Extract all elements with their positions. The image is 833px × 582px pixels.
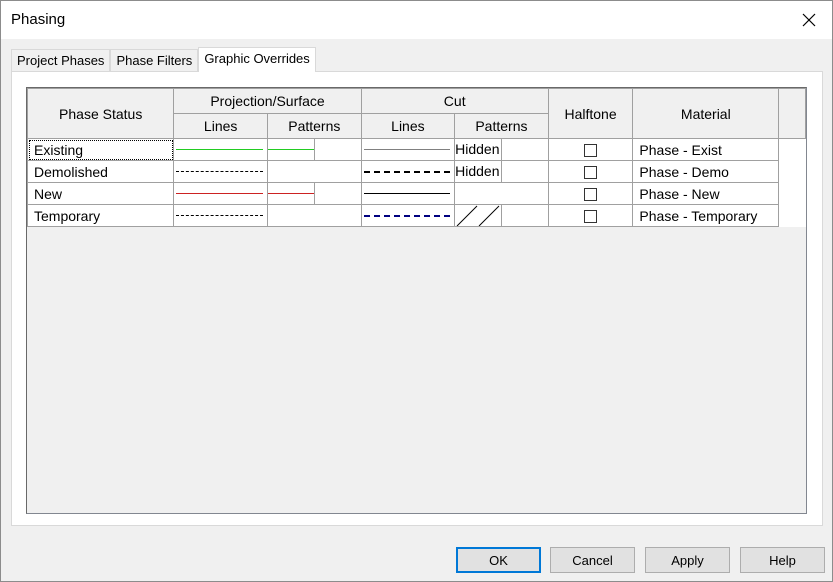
cell-divider xyxy=(501,205,503,226)
material-cell[interactable]: Phase - Temporary xyxy=(632,204,780,227)
line-sample xyxy=(363,193,451,194)
header-cut-patterns[interactable]: Patterns xyxy=(454,113,549,139)
overrides-grid[interactable]: Phase Status Projection/Surface Cut Half… xyxy=(26,87,807,514)
halftone-cell xyxy=(547,204,634,227)
tab-project-phases[interactable]: Project Phases xyxy=(11,49,111,71)
tab-strip: Project Phases Phase Filters Graphic Ove… xyxy=(11,47,316,72)
header-cut[interactable]: Cut xyxy=(360,88,549,114)
halftone-cell xyxy=(547,160,634,183)
cell-divider xyxy=(501,139,503,160)
help-button[interactable]: Help xyxy=(740,547,825,573)
title-bar: Phasing xyxy=(1,1,832,39)
projection-patterns-cell[interactable] xyxy=(266,182,362,205)
cut-lines-cell[interactable] xyxy=(360,160,456,183)
halftone-checkbox[interactable] xyxy=(584,188,598,202)
header-filler xyxy=(778,88,806,139)
line-sample xyxy=(363,149,451,150)
halftone-cell xyxy=(547,138,634,161)
material-cell[interactable]: Phase - Demo xyxy=(632,160,780,183)
pattern-name: Hidden xyxy=(455,141,500,157)
cut-lines-cell[interactable] xyxy=(360,182,456,205)
cut-patterns-cell[interactable] xyxy=(454,204,549,227)
line-sample xyxy=(176,149,263,150)
graphic-overrides-panel: Phase Status Projection/Surface Cut Half… xyxy=(11,71,823,526)
header-projection-lines[interactable]: Lines xyxy=(173,113,268,139)
overrides-table: Phase Status Projection/Surface Cut Half… xyxy=(27,88,806,227)
window-title: Phasing xyxy=(11,11,66,28)
projection-patterns-cell[interactable] xyxy=(266,138,362,161)
line-sample xyxy=(176,171,263,172)
line-sample xyxy=(176,193,263,194)
phase-status-cell[interactable]: Demolished xyxy=(27,160,175,183)
projection-lines-cell[interactable] xyxy=(173,182,268,205)
table-row[interactable]: Temporary Phase - Temporary xyxy=(27,204,806,227)
projection-lines-cell[interactable] xyxy=(173,160,268,183)
close-button[interactable] xyxy=(794,7,824,33)
halftone-checkbox[interactable] xyxy=(584,144,598,158)
cell-divider xyxy=(501,161,503,182)
line-sample xyxy=(363,215,451,217)
header-material[interactable]: Material xyxy=(632,88,780,139)
table-row[interactable]: Demolished Hidden Phase - Demo xyxy=(27,160,806,183)
halftone-cell xyxy=(547,182,634,205)
cut-patterns-cell[interactable]: Hidden xyxy=(454,160,549,183)
cell-divider xyxy=(313,139,315,160)
projection-patterns-cell[interactable] xyxy=(266,160,362,183)
phase-status-cell[interactable]: Existing xyxy=(27,138,175,161)
halftone-checkbox[interactable] xyxy=(584,166,598,180)
header-projection-surface[interactable]: Projection/Surface xyxy=(173,88,362,114)
line-sample xyxy=(363,171,451,173)
projection-patterns-cell[interactable] xyxy=(266,204,362,227)
diagonal-pattern-icon xyxy=(456,205,500,226)
phasing-dialog: Phasing Project Phases Phase Filters Gra… xyxy=(0,0,833,582)
close-icon xyxy=(802,13,816,27)
material-cell[interactable]: Phase - Exist xyxy=(632,138,780,161)
projection-lines-cell[interactable] xyxy=(173,204,268,227)
pattern-sample xyxy=(268,149,314,150)
tab-graphic-overrides[interactable]: Graphic Overrides xyxy=(198,47,316,72)
phase-status-cell[interactable]: New xyxy=(27,182,175,205)
projection-lines-cell[interactable] xyxy=(173,138,268,161)
pattern-name: Hidden xyxy=(455,163,500,179)
table-row[interactable]: New Phase - New xyxy=(27,182,806,205)
cut-patterns-cell[interactable] xyxy=(454,182,549,205)
header-halftone[interactable]: Halftone xyxy=(547,88,634,139)
header-cut-lines[interactable]: Lines xyxy=(360,113,456,139)
ok-button[interactable]: OK xyxy=(456,547,541,573)
header-projection-patterns[interactable]: Patterns xyxy=(266,113,362,139)
cancel-button[interactable]: Cancel xyxy=(550,547,635,573)
tab-phase-filters[interactable]: Phase Filters xyxy=(110,49,199,71)
material-cell[interactable]: Phase - New xyxy=(632,182,780,205)
line-sample xyxy=(176,215,263,216)
cell-divider xyxy=(313,183,315,204)
header-phase-status[interactable]: Phase Status xyxy=(27,88,175,139)
cut-lines-cell[interactable] xyxy=(360,138,456,161)
apply-button[interactable]: Apply xyxy=(645,547,730,573)
cut-lines-cell[interactable] xyxy=(360,204,456,227)
cut-patterns-cell[interactable]: Hidden xyxy=(454,138,549,161)
halftone-checkbox[interactable] xyxy=(584,210,598,224)
pattern-sample xyxy=(268,193,314,194)
phase-status-cell[interactable]: Temporary xyxy=(27,204,175,227)
table-row[interactable]: Existing Hidden Phase - Exist xyxy=(27,138,806,161)
